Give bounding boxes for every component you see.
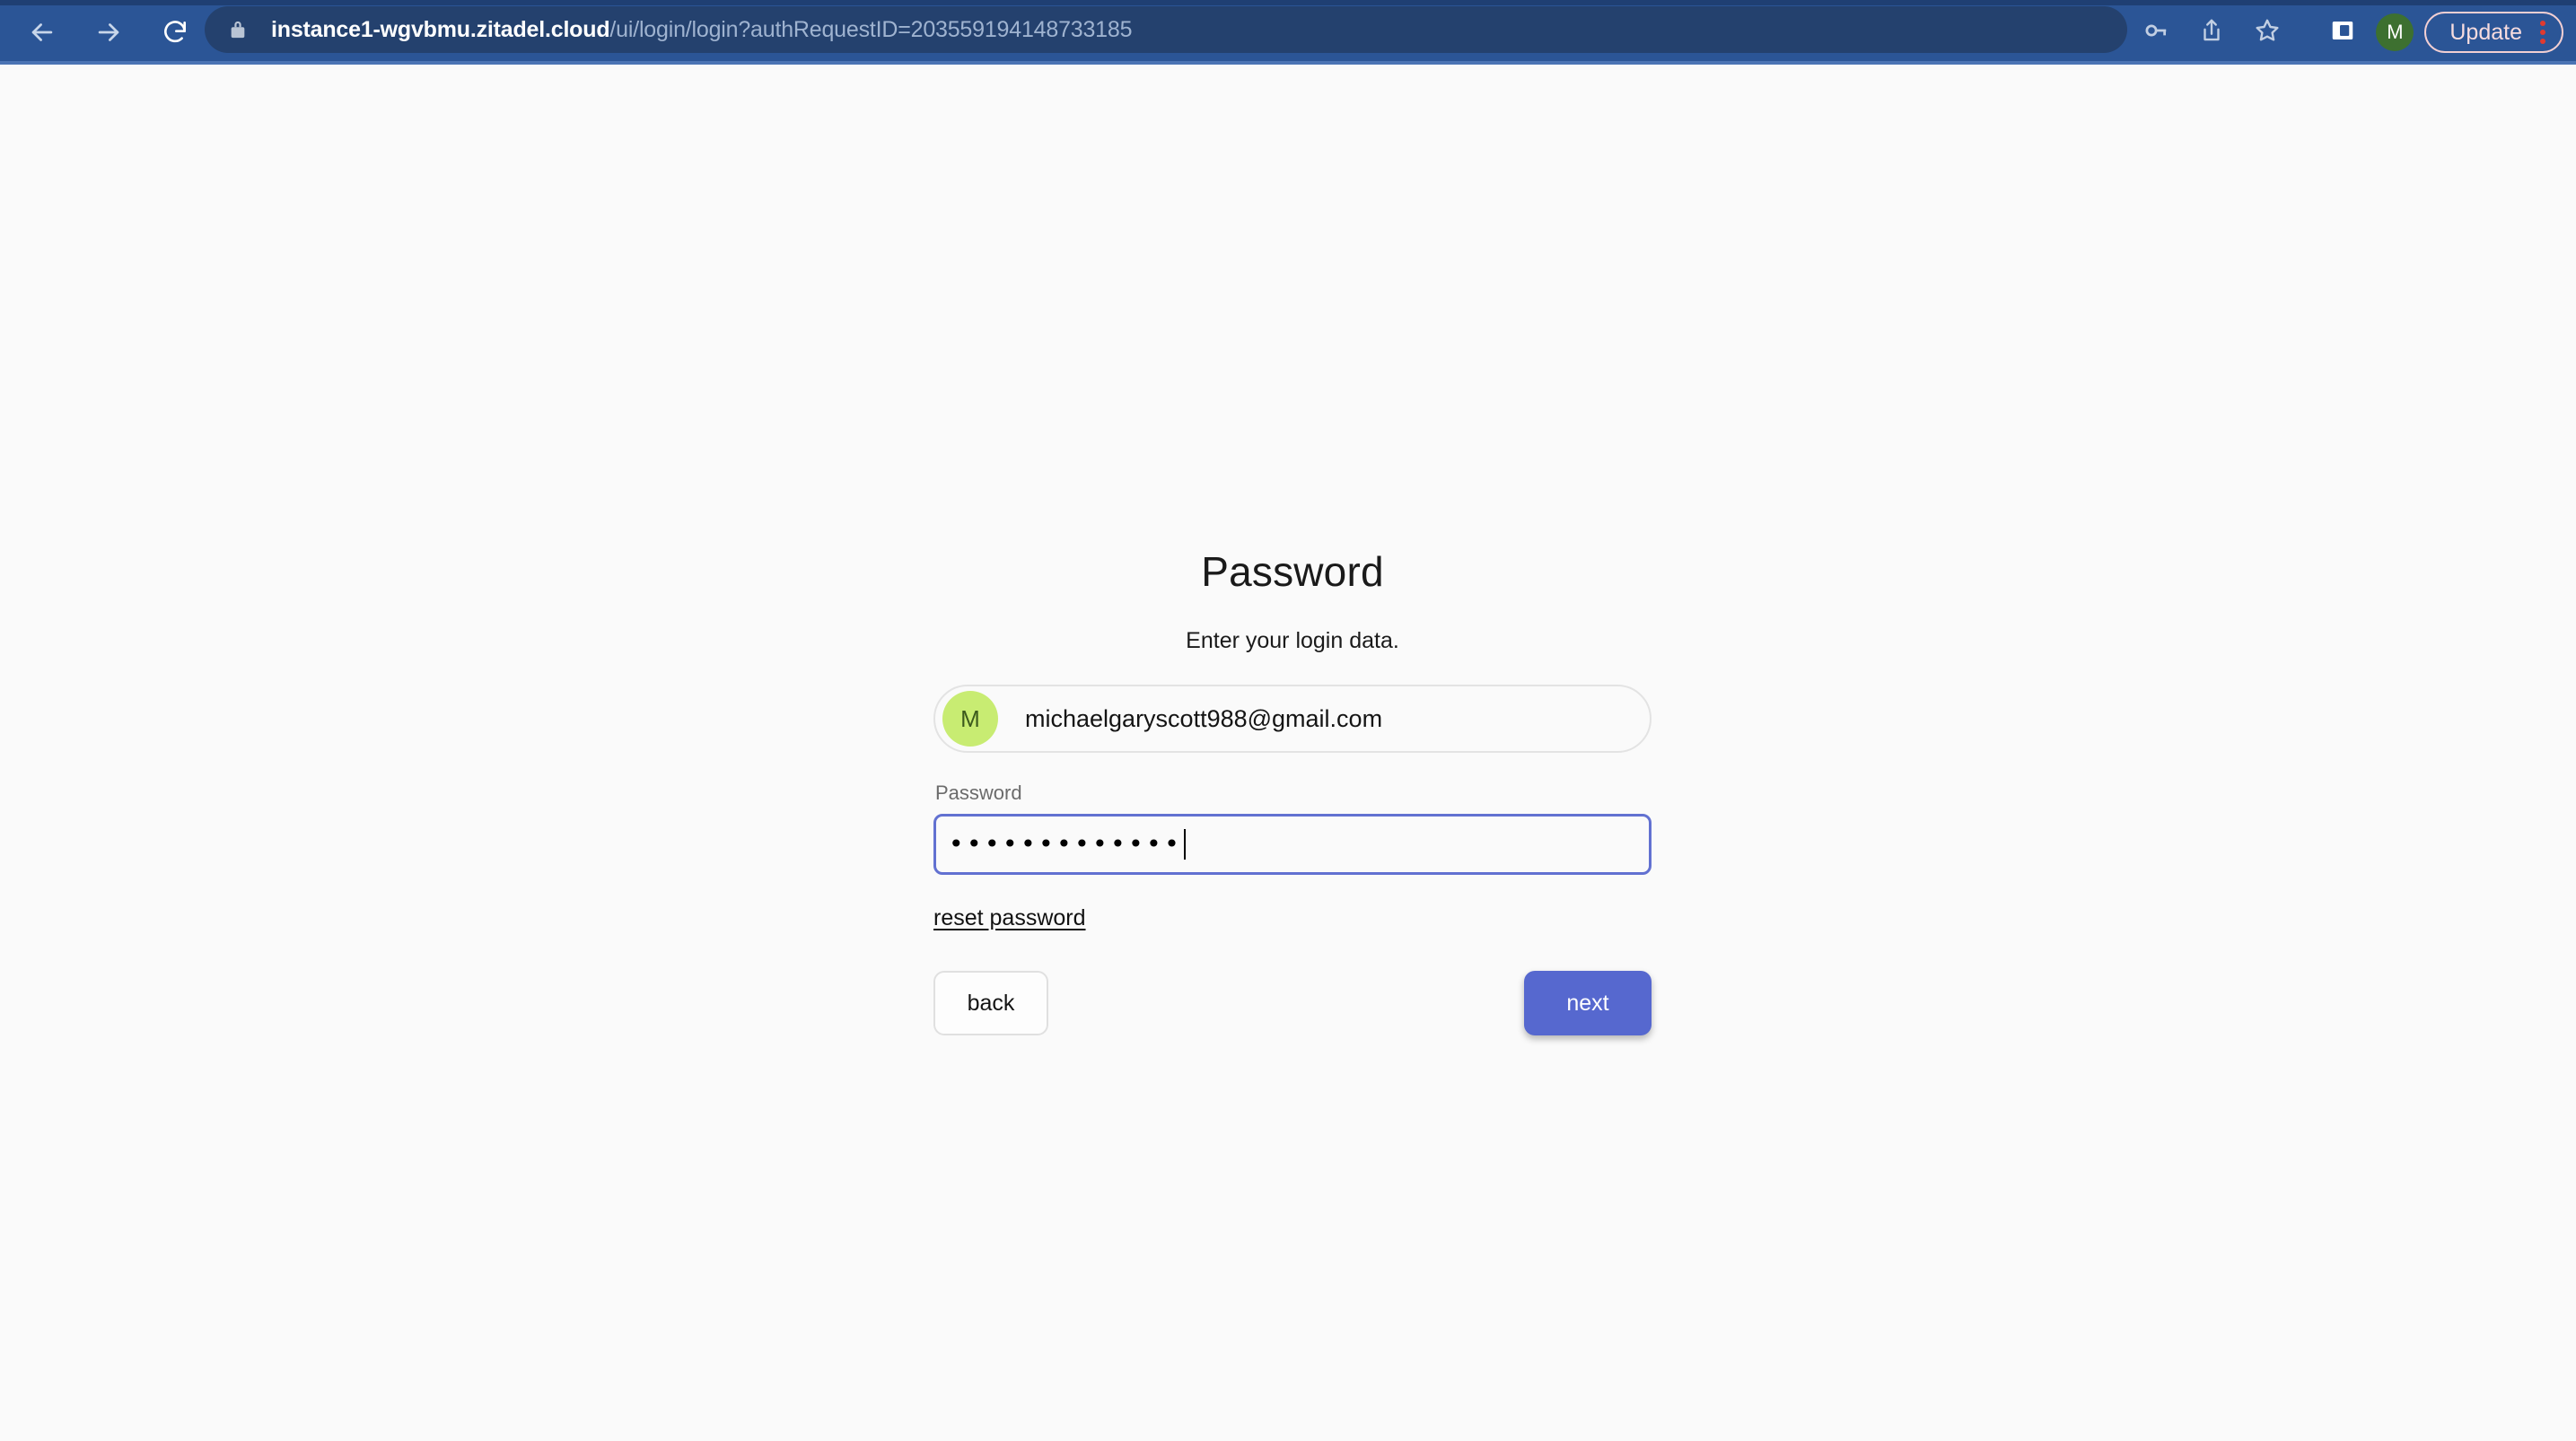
login-card: Password Enter your login data. M michae… <box>933 547 1652 1035</box>
url-host: instance1-wgvbmu.zitadel.cloud <box>271 16 610 42</box>
avatar: M <box>942 691 998 747</box>
lock-icon <box>228 18 248 41</box>
browser-back-button[interactable] <box>14 4 70 60</box>
bookmark-button[interactable] <box>2239 4 2295 60</box>
address-bar[interactable]: instance1-wgvbmu.zitadel.cloud/ui/login/… <box>205 6 2127 53</box>
update-button[interactable]: Update <box>2424 12 2563 53</box>
form-actions: back next <box>933 971 1652 1035</box>
side-panel-button[interactable] <box>2315 4 2370 60</box>
kebab-menu-icon[interactable] <box>2540 21 2545 44</box>
share-button[interactable] <box>2184 4 2239 60</box>
password-manager-button[interactable] <box>2128 4 2184 60</box>
arrow-left-icon <box>27 17 57 48</box>
browser-forward-button[interactable] <box>81 4 136 60</box>
page-title: Password <box>1201 548 1384 595</box>
star-icon <box>2253 16 2282 49</box>
arrow-right-icon <box>93 17 124 48</box>
reload-icon <box>161 18 189 47</box>
password-masked-value: ••••••••••••• <box>949 829 1183 859</box>
side-panel-icon <box>2329 17 2356 48</box>
password-field-label: Password <box>935 782 1022 804</box>
browser-reload-button[interactable] <box>147 4 203 60</box>
page-content: Password Enter your login data. M michae… <box>0 65 2576 1441</box>
username-display[interactable]: M michaelgaryscott988@gmail.com <box>933 685 1652 753</box>
browser-toolbar-right: M Update <box>2128 0 2576 65</box>
key-icon <box>2142 17 2169 48</box>
page-subtitle: Enter your login data. <box>1186 628 1399 653</box>
share-icon <box>2198 17 2225 48</box>
next-button[interactable]: next <box>1524 971 1652 1035</box>
password-input[interactable]: ••••••••••••• <box>933 814 1652 875</box>
text-caret <box>1184 829 1187 860</box>
back-button[interactable]: back <box>933 971 1048 1035</box>
browser-toolbar: instance1-wgvbmu.zitadel.cloud/ui/login/… <box>0 0 2576 65</box>
reset-password-link[interactable]: reset password <box>933 905 1086 931</box>
url-path: /ui/login/login?authRequestID=2035591941… <box>609 16 1133 42</box>
username-email: michaelgaryscott988@gmail.com <box>1025 704 1383 732</box>
browser-profile-avatar[interactable]: M <box>2376 13 2414 51</box>
update-button-label: Update <box>2449 19 2522 45</box>
